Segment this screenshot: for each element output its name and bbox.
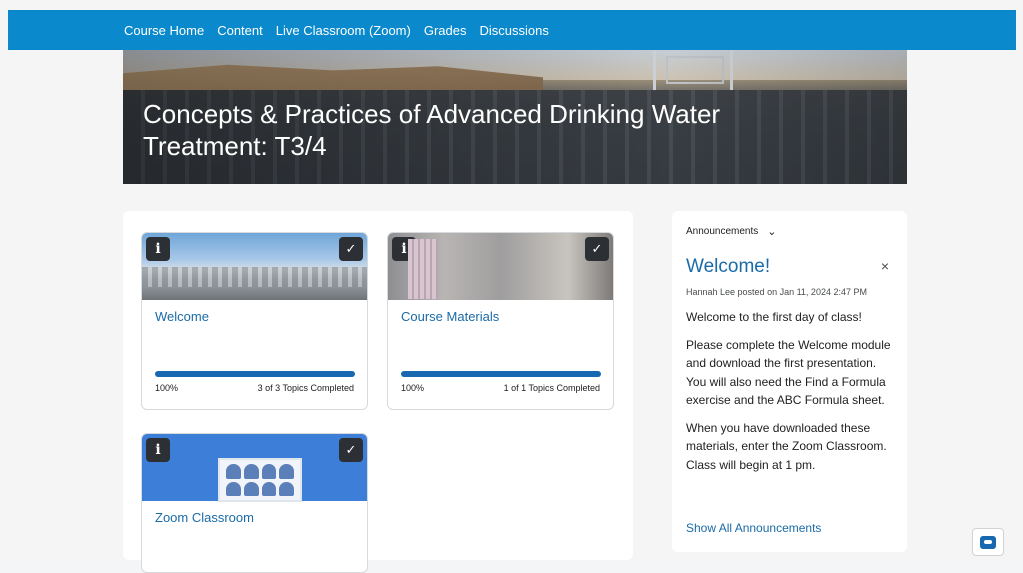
module-image-welcome: i ✓ — [142, 233, 367, 300]
topics-completed: 1 of 1 Topics Completed — [503, 383, 600, 393]
progress-bar — [155, 371, 355, 377]
announcement-paragraph: Welcome to the first day of class! — [686, 310, 862, 324]
announcement-meta: Hannah Lee posted on Jan 11, 2024 2:47 P… — [686, 287, 867, 297]
announcements-widget: Announcements ⌄ Welcome! × Hannah Lee po… — [672, 211, 907, 552]
progress-bar — [401, 371, 601, 377]
nav-grades[interactable]: Grades — [424, 23, 467, 38]
chat-icon — [980, 535, 996, 549]
module-card-welcome[interactable]: i ✓ Welcome 100% 3 of 3 Topics Completed — [141, 232, 368, 410]
module-title[interactable]: Course Materials — [401, 309, 499, 324]
check-icon: ✓ — [339, 237, 363, 261]
nav-discussions[interactable]: Discussions — [479, 23, 548, 38]
announcement-paragraph: When you have downloaded these materials… — [686, 420, 887, 472]
content-modules-panel: i ✓ Welcome 100% 3 of 3 Topics Completed… — [123, 211, 633, 573]
nav-course-home[interactable]: Course Home — [124, 23, 204, 38]
info-icon[interactable]: i — [146, 438, 170, 462]
nav-live-classroom[interactable]: Live Classroom (Zoom) — [276, 23, 411, 38]
module-title[interactable]: Zoom Classroom — [155, 510, 254, 525]
module-card-zoom-classroom[interactable]: i ✓ Zoom Classroom — [141, 433, 368, 573]
check-icon: ✓ — [339, 438, 363, 462]
info-icon[interactable]: i — [392, 237, 416, 261]
show-all-announcements-link[interactable]: Show All Announcements — [686, 521, 821, 535]
module-card-course-materials[interactable]: i ✓ Course Materials 100% 1 of 1 Topics … — [387, 232, 614, 410]
close-icon[interactable]: × — [881, 258, 889, 274]
check-icon: ✓ — [585, 237, 609, 261]
chevron-down-icon[interactable]: ⌄ — [767, 225, 776, 238]
progress-percent: 100% — [401, 383, 425, 393]
announcements-label: Announcements — [686, 226, 759, 237]
module-image-zoom-classroom: i ✓ — [142, 434, 367, 502]
announcement-body: Welcome to the first day of class! Pleas… — [686, 308, 898, 483]
nav-content[interactable]: Content — [217, 23, 263, 38]
module-title[interactable]: Welcome — [155, 309, 209, 324]
topics-completed: 3 of 3 Topics Completed — [257, 383, 354, 393]
chat-button[interactable] — [972, 528, 1004, 556]
announcements-header[interactable]: Announcements ⌄ — [686, 225, 893, 238]
course-banner: Concepts & Practices of Advanced Drinkin… — [123, 50, 907, 184]
progress-percent: 100% — [155, 383, 179, 393]
announcement-paragraph: Please complete the Welcome module and d… — [686, 337, 891, 408]
announcement-title[interactable]: Welcome! — [686, 256, 770, 278]
video-conference-illustration — [218, 458, 302, 502]
module-image-course-materials: i ✓ — [388, 233, 613, 300]
course-title: Concepts & Practices of Advanced Drinkin… — [143, 99, 721, 161]
course-navbar: Course Home Content Live Classroom (Zoom… — [8, 10, 1016, 50]
info-icon[interactable]: i — [146, 237, 170, 261]
page: Course Home Content Live Classroom (Zoom… — [0, 0, 1023, 573]
